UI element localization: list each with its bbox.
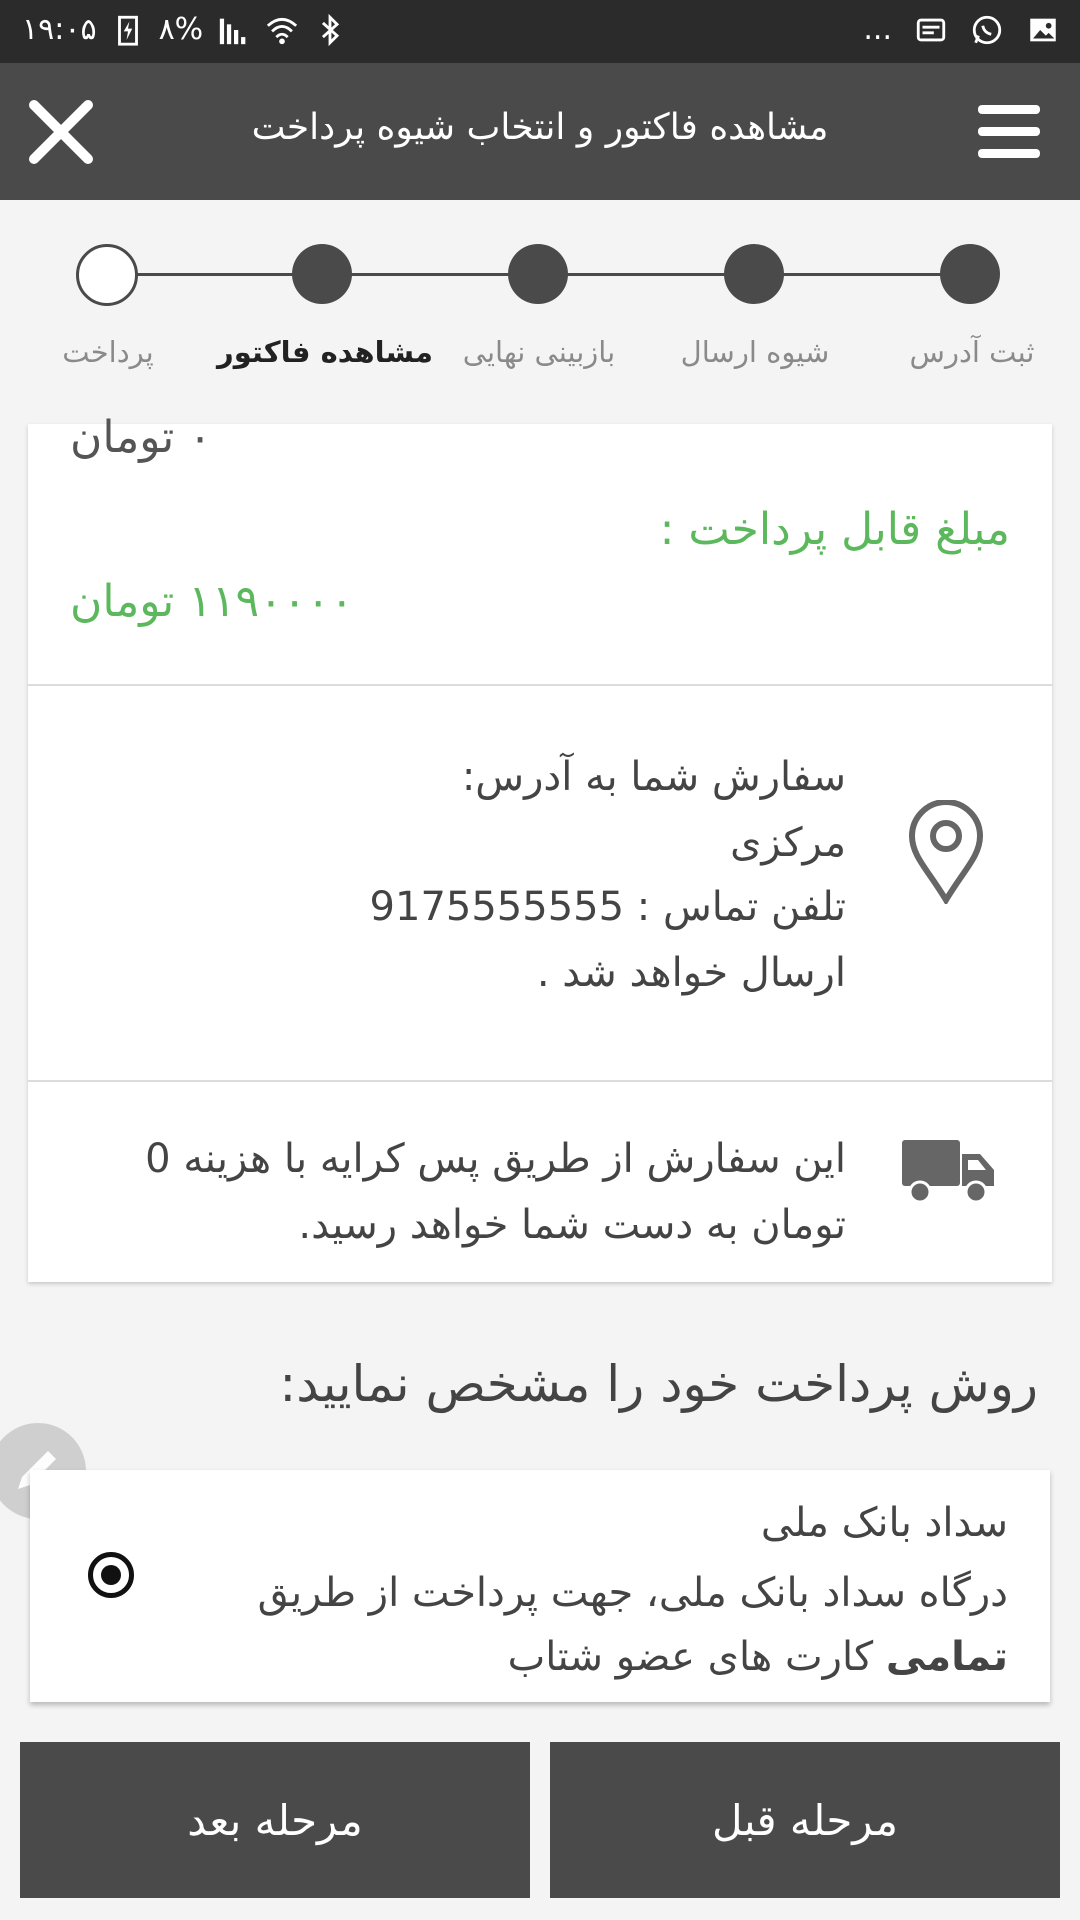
step-dot-payment	[76, 244, 138, 306]
payment-option-desc-2: تمامی کارت های عضو شتاب	[508, 1634, 1008, 1680]
step-label-address: ثبت آدرس	[909, 335, 1035, 369]
payable-value: ۱۱۹۰۰۰۰ تومان	[70, 576, 354, 627]
payment-radio-selected[interactable]	[88, 1552, 134, 1598]
status-more: ...	[863, 12, 892, 47]
discount-value: ۰ تومان	[70, 412, 212, 463]
status-battery: ۸%	[158, 12, 204, 47]
shipping-line-2: تومان به دست شما خواهد رسید.	[298, 1202, 846, 1248]
payment-option-desc-1: درگاه سداد بانک ملی، جهت پرداخت از طریق	[257, 1570, 1008, 1616]
step-label-shipping: شیوه ارسال	[680, 335, 830, 369]
next-step-button[interactable]: مرحله بعد	[20, 1742, 530, 1898]
payment-section-title: روش پرداخت خود را مشخص نمایید:	[279, 1355, 1038, 1413]
address-phone: تلفن تماس : 9175555555	[369, 884, 846, 930]
payable-label: مبلغ قابل پرداخت :	[659, 504, 1010, 555]
status-bar: ۱۹:۰۵ ۸% ...	[0, 0, 1080, 63]
address-line-2: مرکزی	[730, 820, 846, 866]
payment-option-desc-bold: تمامی	[885, 1634, 1008, 1680]
divider	[28, 684, 1052, 686]
invoice-card: ۰ تومان مبلغ قابل پرداخت : ۱۱۹۰۰۰۰ تومان…	[28, 412, 1052, 1282]
location-pin-icon	[908, 800, 984, 904]
step-dot-address	[940, 244, 1000, 304]
payment-option-sadad[interactable]: سداد بانک ملی درگاه سداد بانک ملی، جهت پ…	[30, 1470, 1050, 1702]
menu-icon[interactable]	[978, 103, 1040, 161]
battery-charging-icon	[117, 15, 138, 46]
app-bar: مشاهده فاکتور و انتخاب شیوه پرداخت	[0, 63, 1080, 200]
notification-app-icon	[916, 18, 946, 41]
shipping-line-1: این سفارش از طریق پس کرایه با هزینه 0	[145, 1136, 846, 1182]
step-dot-review	[508, 244, 568, 304]
prev-step-button[interactable]: مرحله قبل	[550, 1742, 1060, 1898]
signal-icon	[220, 18, 246, 44]
step-dot-invoice	[292, 244, 352, 304]
status-time: ۱۹:۰۵	[22, 12, 97, 47]
address-line-1: سفارش شما به آدرس:	[461, 754, 846, 800]
payment-option-desc-rest: کارت های عضو شتاب	[507, 1634, 886, 1680]
delivery-truck-icon	[902, 1140, 994, 1204]
wifi-icon	[267, 17, 298, 44]
gallery-icon	[1030, 18, 1056, 41]
step-label-review: بازبینی نهایی	[462, 335, 616, 369]
divider	[28, 1080, 1052, 1082]
payment-option-title: سداد بانک ملی	[760, 1500, 1008, 1546]
page-title: مشاهده فاکتور و انتخاب شیوه پرداخت	[251, 107, 829, 148]
step-label-payment: پرداخت	[62, 335, 154, 369]
bluetooth-icon	[322, 13, 340, 46]
whatsapp-icon	[972, 15, 1002, 44]
address-line-4: ارسال خواهد شد .	[536, 950, 846, 996]
step-dot-shipping	[724, 244, 784, 304]
step-label-invoice: مشاهده فاکتور	[217, 335, 433, 369]
